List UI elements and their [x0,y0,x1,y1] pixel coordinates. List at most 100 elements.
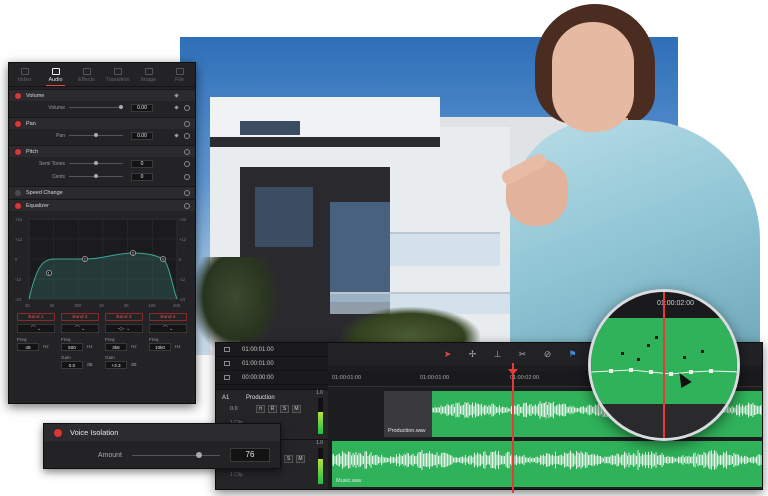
voice-isolation-toggle[interactable] [54,428,62,437]
band-3-freq-value[interactable]: 3k6 [105,343,127,351]
cents-value[interactable]: 0 [131,172,153,181]
ruler-timecode: 01:00:01:00 [420,375,450,381]
band-4-freq-value[interactable]: 10k0 [149,343,171,351]
playhead[interactable] [512,363,514,493]
track-volume[interactable]: 0.0 [230,406,238,412]
volume-keyframes[interactable] [591,292,740,441]
eq-y-tick: -24 [15,297,22,302]
playhead-handle[interactable] [508,369,518,375]
record-arm-button[interactable]: R [268,405,277,413]
band-3-filter-select[interactable]: -◇- ⌄ [105,324,143,333]
track-name[interactable]: Production [246,395,275,401]
amount-value[interactable]: 76 [230,448,270,462]
volume-slider[interactable] [69,105,123,109]
tab-effects[interactable]: Effects [71,63,102,86]
window [255,187,313,247]
pan-slider[interactable] [69,133,123,137]
pointer-tool-icon[interactable]: ➤ [443,349,452,359]
band-1-button[interactable]: Band 1 [17,313,55,321]
reset-icon[interactable] [184,104,190,111]
band-2-gain-value[interactable]: 0.0 [61,361,83,369]
link-icon[interactable]: ⊘ [543,349,552,359]
band-4-button[interactable]: Band 4 [149,313,187,321]
solo-button[interactable]: S [284,455,293,463]
band-4: Band 4 ⌒ ⌄ Freq 10k0 Hz [149,313,187,369]
band-2-button[interactable]: Band 2 [61,313,99,321]
dynamic-trim-icon[interactable]: ⊥ [493,349,502,359]
equalizer-section-header[interactable]: Equalizer [9,199,195,211]
amount-slider[interactable] [132,451,220,458]
tab-video[interactable]: Video [9,63,40,86]
waveform-path [332,450,762,470]
pan-section-header[interactable]: Pan [9,117,195,129]
pitch-enable-toggle[interactable] [15,148,21,155]
effects-icon [82,68,91,75]
eq-y-tick: -12 [179,277,186,282]
clock-icon[interactable] [224,375,230,380]
freq-unit: Hz [87,344,93,349]
band-1-filter-select[interactable]: ⌒ ⌄ [17,324,55,333]
band-3-gain-value[interactable]: +3.3 [105,361,127,369]
equalizer-graph[interactable]: +24 +24 +12 +12 0 0 -12 -12 -24 -24 30 60 300 1K 3K 10K… [15,215,189,309]
reset-icon[interactable] [184,160,190,167]
clip-count: 1 Clip [230,472,243,478]
band-2-freq-value[interactable]: 500 [61,343,83,351]
equalizer-enable-toggle[interactable] [15,202,21,209]
lock-icon[interactable]: ⊓ [256,405,265,413]
semitones-value[interactable]: 0 [131,159,153,168]
band-4-filter-select[interactable]: ⌒ ⌄ [149,324,187,333]
keyframe-icon[interactable] [174,105,179,110]
pan-enable-toggle[interactable] [15,120,21,127]
solo-button[interactable]: S [280,405,289,413]
pan-value[interactable]: 0.00 [131,131,153,140]
volume-enable-toggle[interactable] [15,92,21,99]
section-title: Pan [26,120,36,127]
clip-music[interactable]: Music.wav [332,441,762,487]
voice-isolation-header[interactable]: Voice Isolation [44,424,280,441]
flag-icon[interactable]: ⚑ [568,349,577,359]
keyframe-marker [709,369,713,373]
tab-transition[interactable]: Transition [102,63,133,86]
eq-y-tick: +12 [15,237,23,242]
mute-button[interactable]: M [296,455,305,463]
gain-unit: dB [131,362,137,367]
reset-icon[interactable] [184,189,190,196]
volume-value[interactable]: 0.00 [131,103,153,112]
tab-image[interactable]: Image [133,63,164,86]
mute-button[interactable]: M [292,405,301,413]
reset-icon[interactable] [184,173,190,180]
blade-tool-icon[interactable]: ✂ [518,349,527,359]
speed-change-section-header[interactable]: Speed Change [9,186,195,198]
waveform-dot [647,344,650,347]
volume-line [591,369,737,375]
play-icon[interactable] [224,347,230,352]
keyframe-icon[interactable] [174,133,179,138]
tab-file[interactable]: File [164,63,195,86]
audio-inspector-panel: Video Audio Effects Transition Image Fil… [8,62,196,404]
reset-icon[interactable] [184,148,190,155]
trim-tool-icon[interactable]: ✢ [468,349,477,359]
slider-knob[interactable] [195,451,202,458]
eq-curve-svg[interactable]: +24 +24+12 +120 0-12 -12-24 -2430 60 300 1K 3K 10K… [15,215,191,309]
tab-audio[interactable]: Audio [40,63,71,86]
semitones-slider[interactable] [69,161,123,165]
band-2-filter-select[interactable]: ⌒ ⌄ [61,324,99,333]
band-1-freq-value[interactable]: 49 [17,343,39,351]
slider-knob[interactable] [94,161,98,165]
clip-production-trimmed[interactable]: Production.wav [384,391,432,437]
reset-icon[interactable] [184,132,190,139]
window [240,121,300,135]
back-icon[interactable] [224,361,230,366]
cents-slider[interactable] [69,174,123,178]
pitch-section-header[interactable]: Pitch [9,145,195,157]
speed-change-enable-toggle[interactable] [15,189,21,196]
transition-icon [113,68,122,75]
volume-section-header[interactable]: Volume [9,89,195,101]
slider-knob[interactable] [94,133,98,137]
slider-knob[interactable] [94,174,98,178]
keyframe-icon[interactable] [174,93,179,98]
reset-icon[interactable] [184,120,190,127]
band-3-button[interactable]: Band 3 [105,313,143,321]
reset-icon[interactable] [184,202,190,209]
slider-knob[interactable] [119,105,123,109]
